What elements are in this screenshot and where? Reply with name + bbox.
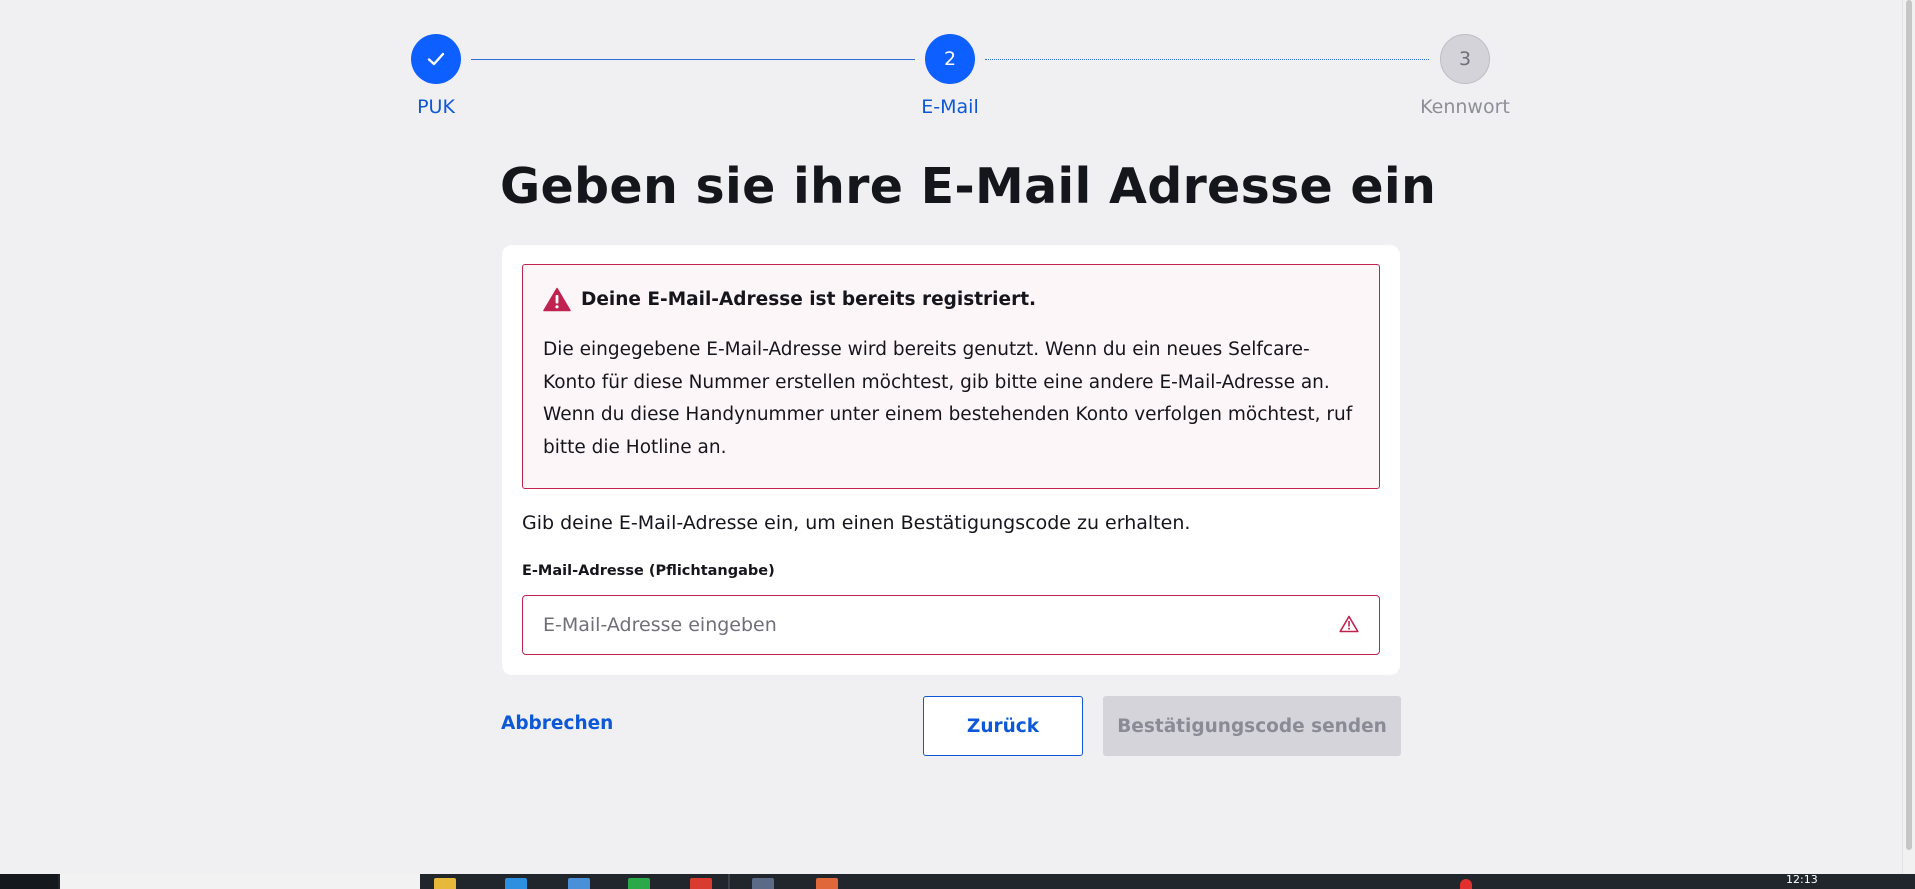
taskbar-clock: 12:13 [1786, 874, 1818, 886]
notification-badge-icon[interactable] [1460, 879, 1472, 889]
taskbar-search-box[interactable] [60, 874, 420, 889]
email-field-wrapper[interactable] [522, 595, 1380, 655]
alert-message-line: Konto für diese Nummer erstellen möchtes… [543, 371, 1330, 393]
step-puk: PUK [376, 34, 496, 118]
scrollbar-thumb[interactable] [1906, 0, 1912, 850]
page-title: Geben sie ihre E-Mail Adresse ein [500, 158, 1437, 215]
progress-stepper: PUK 2 E-Mail 3 Kennwort [410, 34, 1514, 124]
back-button[interactable]: Zurück [923, 696, 1083, 756]
alert-message-line: Wenn du diese Handynummer unter einem be… [543, 404, 1353, 425]
chrome-icon[interactable] [690, 878, 712, 889]
start-button[interactable] [0, 874, 58, 889]
email-field[interactable] [523, 596, 1313, 653]
error-alert: Deine E-Mail-Adresse ist bereits registr… [522, 264, 1380, 489]
cancel-button[interactable]: Abbrechen [501, 713, 613, 734]
email-form-card: Deine E-Mail-Adresse ist bereits registr… [502, 245, 1400, 675]
alert-message-line: bitte die Hotline an. [543, 436, 727, 458]
store-icon[interactable] [505, 878, 527, 889]
send-code-button[interactable]: Bestätigungscode senden [1103, 696, 1401, 756]
step-kennwort-number: 3 [1440, 34, 1490, 84]
email-field-label: E-Mail-Adresse (Pflichtangabe) [522, 563, 775, 579]
step-email: 2 E-Mail [890, 34, 1010, 118]
os-taskbar: 12:13 [0, 874, 1915, 889]
form-intro-text: Gib deine E-Mail-Adresse ein, um einen B… [522, 512, 1191, 534]
checkmark-icon [427, 52, 445, 66]
stepper-connector-2 [985, 59, 1429, 60]
app-icon-blue[interactable] [568, 878, 590, 889]
page-scrollbar[interactable] [1902, 0, 1915, 876]
step-kennwort-label: Kennwort [1420, 96, 1510, 118]
alert-message-line: Die eingegebene E-Mail-Adresse wird bere… [543, 339, 1310, 360]
file-explorer-icon[interactable] [434, 878, 456, 889]
step-puk-circle [411, 34, 461, 84]
stepper-connector-1 [471, 59, 915, 60]
app-icon-green[interactable] [628, 878, 650, 889]
step-email-number: 2 [925, 34, 975, 84]
app-icon-slate[interactable] [752, 878, 774, 889]
app-icon-orange[interactable] [816, 878, 838, 889]
step-email-label: E-Mail [921, 96, 979, 118]
warning-triangle-icon [543, 287, 571, 312]
alert-header: Deine E-Mail-Adresse ist bereits registr… [543, 287, 1359, 312]
alert-message: Die eingegebene E-Mail-Adresse wird bere… [543, 334, 1359, 464]
taskbar-separator [728, 874, 730, 889]
alert-title: Deine E-Mail-Adresse ist bereits registr… [581, 289, 1037, 310]
step-kennwort: 3 Kennwort [1405, 34, 1525, 118]
field-error-icon [1339, 615, 1359, 633]
step-puk-label: PUK [417, 96, 455, 118]
